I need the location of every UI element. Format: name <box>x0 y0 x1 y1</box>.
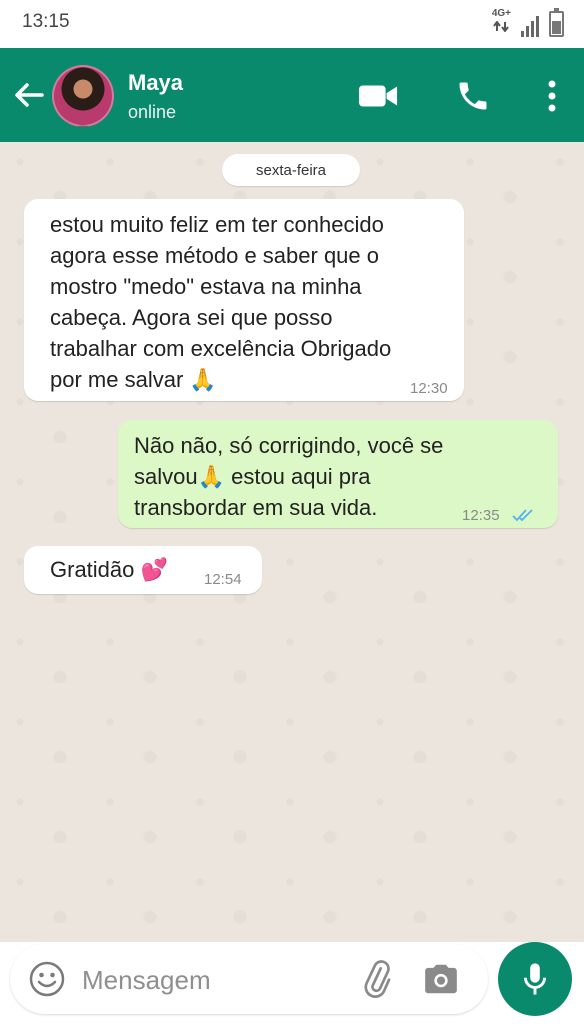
message-line: por me salvar 🙏 <box>50 367 217 392</box>
message-time: 12:30 <box>410 380 448 397</box>
voice-call-button[interactable] <box>453 76 493 116</box>
emoji-button[interactable] <box>28 960 66 998</box>
contact-status: online <box>128 102 177 122</box>
attach-button[interactable] <box>358 960 396 998</box>
data-arrows-icon <box>493 20 509 33</box>
voice-message-button[interactable] <box>498 942 572 1016</box>
message-line: agora esse método e saber que o <box>50 243 380 268</box>
more-options-button[interactable] <box>534 76 570 116</box>
phone-icon <box>459 82 487 110</box>
message-composer <box>10 944 488 1014</box>
message-input[interactable] <box>82 961 322 999</box>
chat-area[interactable]: sexta-feira estou muito feliz em ter con… <box>0 142 584 942</box>
battery-icon <box>549 8 564 37</box>
message-line: mostro "medo" estava na minha <box>50 274 362 299</box>
emoji-icon <box>29 961 65 997</box>
camera-icon <box>425 964 457 994</box>
message-line: cabeça. Agora sei que posso <box>50 305 333 330</box>
message-incoming[interactable]: estou muito feliz em ter conhecido agora… <box>24 199 464 401</box>
network-indicator: 4G+ <box>492 8 511 37</box>
status-icons: 4G+ <box>492 8 564 37</box>
camera-button[interactable] <box>422 960 460 998</box>
chat-header: Maya online <box>0 48 584 142</box>
message-time: 12:54 <box>204 571 242 588</box>
more-vert-icon <box>548 80 556 112</box>
status-bar: 13:15 4G+ <box>0 0 584 48</box>
mic-icon <box>523 963 547 995</box>
video-call-button[interactable] <box>358 76 398 116</box>
message-line: estou muito feliz em ter conhecido <box>50 212 384 237</box>
message-line: trabalhar com excelência Obrigado <box>50 336 392 361</box>
double-check-read-icon <box>512 509 533 522</box>
date-separator: sexta-feira <box>222 154 360 186</box>
status-time: 13:15 <box>22 11 70 32</box>
signal-icon <box>521 15 539 37</box>
back-button[interactable] <box>12 78 46 112</box>
network-label: 4G+ <box>491 8 511 19</box>
message-time: 12:35 <box>462 507 500 524</box>
video-call-icon <box>358 85 398 107</box>
message-incoming[interactable]: Gratidão 💕 12:54 <box>24 546 262 594</box>
message-outgoing[interactable]: Não não, só corrigindo, você se salvou🙏 … <box>118 420 558 528</box>
message-line: Não não, só corrigindo, você se <box>134 433 444 458</box>
attach-icon <box>364 960 391 998</box>
message-line: salvou🙏 estou aqui pra <box>134 464 371 489</box>
back-arrow-icon <box>15 83 44 107</box>
contact-avatar[interactable] <box>52 65 114 127</box>
contact-name[interactable]: Maya <box>128 70 183 96</box>
